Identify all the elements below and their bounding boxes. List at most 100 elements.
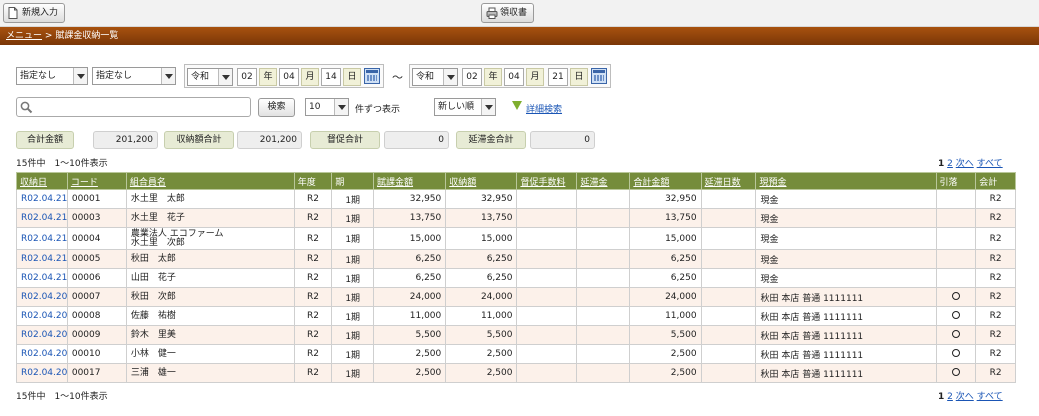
chevron-down-icon — [161, 68, 175, 84]
col-header-levy[interactable]: 賦課金額 — [373, 172, 447, 190]
col-header-label: 収納日 — [20, 177, 48, 188]
member-code: 00004 — [66, 227, 127, 250]
total-amount: 11,000 — [629, 306, 702, 326]
payment-date-link[interactable]: R02.04.20 — [16, 306, 68, 326]
col-header-period: 期 — [331, 172, 375, 190]
payment-date-link[interactable]: R02.04.21 — [16, 208, 68, 228]
page-current: 1 — [938, 392, 945, 402]
receipt-label: 領収書 — [500, 8, 528, 18]
debit-circle-icon — [951, 329, 960, 338]
payment-date-link[interactable]: R02.04.20 — [16, 363, 68, 383]
new-entry-button[interactable]: 新規入力 — [3, 3, 66, 23]
per-page-select[interactable]: 10 — [305, 98, 349, 116]
fiscal-year: R2 — [293, 227, 333, 250]
late-days — [700, 306, 757, 326]
received-amount: 6,250 — [445, 249, 518, 269]
date-from-month-input[interactable]: 04 — [279, 68, 299, 86]
col-header-dunning-fee[interactable]: 督促手数料 — [516, 172, 578, 190]
levy-amount: 24,000 — [373, 287, 447, 307]
page-current: 1 — [938, 159, 945, 169]
col-header-year: 年度 — [293, 172, 333, 190]
calendar-icon[interactable] — [364, 68, 380, 84]
date-from-era-select[interactable]: 令和 — [187, 68, 233, 86]
fiscal-year: R2 — [293, 268, 333, 288]
received-amount: 11,000 — [445, 306, 518, 326]
table-row: R02.04.21 00003 水土里 花子 R2 1期 13,750 13,750 13,7… — [16, 208, 1016, 228]
table-row: R02.04.20 00007 秋田 次郎 R2 1期 24,000 24,000 24,00… — [16, 287, 1016, 307]
breadcrumb-menu-link[interactable]: メニュー — [6, 31, 42, 41]
col-header-total[interactable]: 合計金額 — [629, 172, 702, 190]
next-page-link[interactable]: 次へ — [956, 392, 974, 402]
col-header-late-fee[interactable]: 延滞金 — [576, 172, 631, 190]
total-amount: 2,500 — [629, 344, 702, 364]
late-days — [700, 363, 757, 383]
page-2-link[interactable]: 2 — [947, 159, 953, 169]
member-code: 00007 — [66, 287, 127, 307]
member-name: 小林 健一 — [125, 344, 295, 364]
member-code: 00001 — [66, 189, 127, 209]
show-all-link[interactable]: すべて — [977, 159, 1003, 169]
period: 1期 — [331, 287, 375, 307]
deposit-account: 現金 — [755, 268, 937, 288]
new-document-icon — [8, 7, 18, 19]
member-name: 農業法人 エコファーム 水土里 次郎 — [125, 227, 295, 250]
debit-mark — [935, 189, 977, 209]
page-2-link[interactable]: 2 — [947, 392, 953, 402]
table-row: R02.04.21 00001 水土里 太郎 R2 1期 32,950 32,950 32,9… — [16, 189, 1016, 209]
payment-date-link[interactable]: R02.04.20 — [16, 344, 68, 364]
col-header-label: 会計 — [979, 177, 998, 188]
date-from-year-input[interactable]: 02 — [237, 68, 257, 86]
receipt-button[interactable]: 領収書 — [481, 3, 535, 23]
member-name: 三浦 雄一 — [125, 363, 295, 383]
col-header-code[interactable]: コード — [66, 172, 127, 190]
late-days — [700, 208, 757, 228]
sort-select[interactable]: 新しい順 — [434, 98, 496, 116]
calendar-icon[interactable] — [591, 68, 607, 84]
fiscal-year: R2 — [293, 363, 333, 383]
search-button[interactable]: 検索 — [258, 98, 295, 117]
deposit-account: 秋田 本店 普通 1111111 — [755, 325, 937, 345]
member-name: 水土里 太郎 — [125, 189, 295, 209]
col-header-received[interactable]: 収納額 — [445, 172, 518, 190]
debit-mark — [935, 208, 977, 228]
advanced-search-link[interactable]: 詳細検索 — [526, 102, 562, 115]
period: 1期 — [331, 268, 375, 288]
date-to-year-input[interactable]: 02 — [462, 68, 482, 86]
search-icon — [20, 101, 33, 114]
col-header-late-days[interactable]: 延滞日数 — [700, 172, 757, 190]
payment-date-link[interactable]: R02.04.21 — [16, 189, 68, 209]
next-page-link[interactable]: 次へ — [956, 159, 974, 169]
col-header-label: 延滞日数 — [704, 177, 741, 188]
levy-amount: 15,000 — [373, 227, 447, 250]
table-row: R02.04.20 00009 鈴木 里美 R2 1期 5,500 5,500 5,500 秋田… — [16, 325, 1016, 345]
col-header-deposit[interactable]: 現預金 — [755, 172, 937, 190]
payment-date-link[interactable]: R02.04.21 — [16, 268, 68, 288]
member-name: 鈴木 里美 — [125, 325, 295, 345]
levy-amount: 32,950 — [373, 189, 447, 209]
show-all-link[interactable]: すべて — [977, 392, 1003, 402]
member-code: 00003 — [66, 208, 127, 228]
account-year: R2 — [975, 287, 1016, 307]
received-amount: 6,250 — [445, 268, 518, 288]
date-from-day-input[interactable]: 14 — [321, 68, 341, 86]
filter-select-2[interactable]: 指定なし — [92, 67, 176, 85]
filter-select-1[interactable]: 指定なし — [16, 67, 88, 85]
dunning-fee — [516, 287, 578, 307]
payment-date-link[interactable]: R02.04.20 — [16, 287, 68, 307]
date-to-era-select[interactable]: 令和 — [412, 68, 458, 86]
deposit-account: 現金 — [755, 227, 937, 250]
chevron-down-icon — [73, 68, 87, 84]
date-to-day-input[interactable]: 21 — [548, 68, 568, 86]
date-to-month-input[interactable]: 04 — [504, 68, 524, 86]
period: 1期 — [331, 189, 375, 209]
period: 1期 — [331, 208, 375, 228]
col-header-date[interactable]: 収納日 — [16, 172, 68, 190]
debit-mark — [935, 227, 977, 250]
payment-date-link[interactable]: R02.04.20 — [16, 325, 68, 345]
search-input[interactable] — [16, 97, 251, 117]
account-year: R2 — [975, 249, 1016, 269]
payment-date-link[interactable]: R02.04.21 — [16, 249, 68, 269]
payment-date-link[interactable]: R02.04.21 — [16, 227, 68, 250]
col-header-member[interactable]: 組合員名 — [125, 172, 295, 190]
late-fee — [576, 325, 631, 345]
